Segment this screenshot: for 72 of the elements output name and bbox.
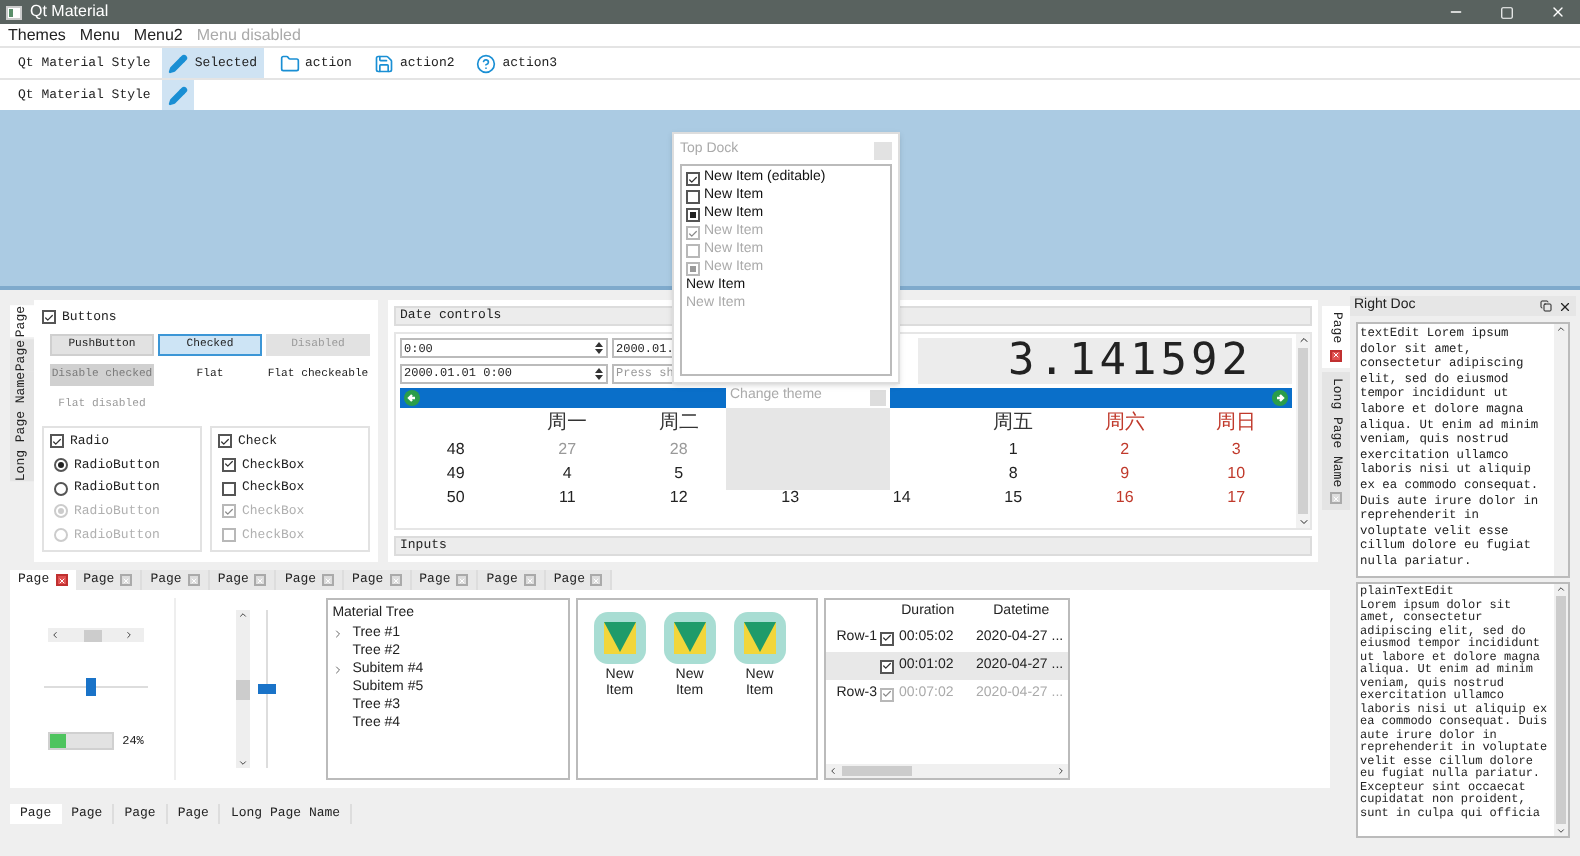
window-title: Qt Material bbox=[30, 0, 109, 24]
vertical-scrollbar[interactable] bbox=[235, 610, 250, 768]
calendar-day[interactable]: 15 bbox=[957, 486, 1069, 510]
pencil-icon bbox=[168, 53, 189, 73]
calendar-day[interactable]: 4 bbox=[511, 462, 623, 486]
toolbar-button[interactable] bbox=[162, 80, 195, 110]
calendar-day[interactable]: 8 bbox=[957, 462, 1069, 486]
scrollbar[interactable] bbox=[1554, 584, 1568, 836]
calendar-day[interactable]: 5 bbox=[623, 462, 735, 486]
checkbox[interactable] bbox=[42, 310, 56, 325]
app-tile-icon bbox=[663, 612, 716, 664]
calendar-day[interactable]: 3 bbox=[1180, 438, 1292, 462]
horizontal-scrollbar[interactable] bbox=[826, 764, 1069, 778]
calendar-day[interactable]: 9 bbox=[1069, 462, 1181, 486]
calendar-day[interactable]: 16 bbox=[1069, 486, 1181, 510]
radio-button[interactable] bbox=[54, 481, 68, 496]
slider-handle[interactable] bbox=[257, 683, 276, 693]
scrollbar[interactable] bbox=[1554, 324, 1568, 576]
scrollbar-thumb[interactable] bbox=[842, 766, 913, 776]
week-number: 49 bbox=[444, 462, 467, 486]
checkbox[interactable] bbox=[686, 172, 700, 186]
maximize-icon[interactable] bbox=[1500, 5, 1514, 19]
save-icon bbox=[373, 53, 394, 73]
weekday-header: 周二 bbox=[656, 410, 701, 438]
calendar-day[interactable]: 11 bbox=[511, 486, 623, 510]
radio-button[interactable] bbox=[54, 457, 68, 472]
checkbox[interactable] bbox=[218, 434, 232, 449]
scrollbar-thumb[interactable] bbox=[1556, 596, 1566, 824]
help-icon bbox=[476, 53, 497, 73]
checkbox[interactable] bbox=[50, 434, 64, 449]
lcd-display: 3.141592 bbox=[918, 338, 1292, 384]
calendar-day[interactable]: 14 bbox=[846, 486, 958, 510]
horizontal-scrollbar[interactable] bbox=[48, 628, 145, 642]
scrollbar-thumb[interactable] bbox=[83, 629, 102, 641]
menu-item[interactable]: Themes bbox=[8, 23, 66, 47]
spin-arrows-icon[interactable] bbox=[594, 365, 604, 381]
weekday-header: 周一 bbox=[545, 410, 590, 438]
folder-icon bbox=[279, 53, 300, 73]
weekday-header: 周五 bbox=[991, 410, 1036, 438]
checkbox[interactable] bbox=[880, 631, 895, 645]
calendar-day[interactable]: 10 bbox=[1180, 462, 1292, 486]
week-number: 48 bbox=[444, 438, 467, 462]
calendar-day[interactable]: 12 bbox=[623, 486, 735, 510]
menu-item[interactable]: Menu bbox=[79, 23, 120, 47]
previous-arrow-icon[interactable] bbox=[404, 390, 420, 406]
scrollbar-thumb[interactable] bbox=[1298, 348, 1308, 514]
checkbox[interactable] bbox=[222, 481, 236, 496]
weekday-header: 周六 bbox=[1102, 409, 1147, 438]
app-tile-icon bbox=[593, 612, 646, 664]
calendar-day[interactable]: 13 bbox=[734, 486, 846, 510]
slider-handle[interactable] bbox=[86, 678, 97, 696]
calendar-day[interactable]: 1 bbox=[957, 438, 1069, 462]
spin-arrows-icon[interactable] bbox=[594, 340, 604, 356]
close-icon[interactable] bbox=[1330, 349, 1342, 362]
checkbox[interactable] bbox=[222, 457, 236, 472]
weekday-header: 周日 bbox=[1214, 410, 1259, 438]
close-icon[interactable] bbox=[55, 574, 68, 586]
checkbox[interactable] bbox=[880, 659, 895, 673]
app-icon bbox=[6, 5, 22, 19]
next-arrow-icon[interactable] bbox=[1272, 390, 1288, 406]
scrollbar[interactable] bbox=[1296, 334, 1310, 528]
pencil-icon bbox=[168, 85, 189, 105]
calendar-day[interactable]: 17 bbox=[1180, 486, 1292, 510]
checkbox[interactable] bbox=[686, 208, 700, 222]
close-icon[interactable] bbox=[1558, 299, 1572, 313]
calendar-day[interactable]: 2 bbox=[1069, 438, 1181, 462]
app-tile-icon bbox=[733, 612, 786, 664]
week-number: 50 bbox=[444, 486, 467, 510]
float-icon[interactable] bbox=[1540, 300, 1552, 312]
menu-item[interactable]: Menu2 bbox=[133, 23, 183, 47]
scrollbar-thumb[interactable] bbox=[235, 679, 250, 699]
checkbox[interactable] bbox=[686, 190, 700, 204]
